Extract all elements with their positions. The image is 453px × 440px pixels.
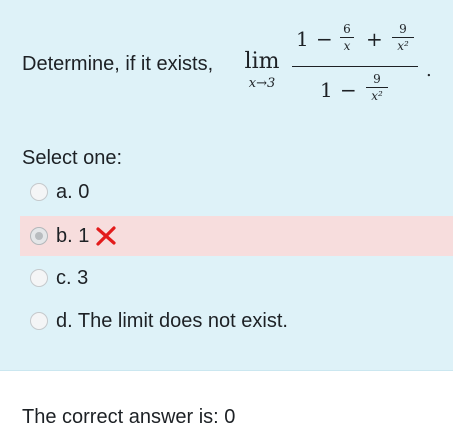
radio-option-c[interactable] — [30, 269, 48, 287]
numerator-minus: − — [316, 27, 333, 51]
answer-option-a[interactable]: a. 0 — [20, 172, 453, 212]
answer-option-c[interactable]: c. 3 — [20, 258, 453, 298]
option-a-label[interactable]: a. 0 — [56, 181, 89, 204]
radio-option-d[interactable] — [30, 312, 48, 330]
numerator-one: 1 — [296, 27, 309, 51]
numerator-fraction-1-den: x — [343, 39, 351, 53]
radio-option-b[interactable] — [30, 227, 48, 245]
numerator-plus: + — [366, 27, 383, 51]
numerator-fraction-2: 9 x² — [392, 22, 414, 53]
denominator-fraction-den: x² — [371, 89, 383, 103]
question-period: . — [426, 60, 432, 81]
denominator-minus: − — [340, 78, 357, 102]
question-panel: Determine, if it exists, lim x→3 1 − 6 x… — [0, 0, 453, 371]
option-d-label[interactable]: d. The limit does not exist. — [56, 310, 288, 333]
cross-icon — [95, 225, 117, 247]
denominator-one: 1 — [320, 78, 333, 102]
question-prompt: Determine, if it exists, — [22, 53, 214, 75]
numerator-fraction-2-num: 9 — [399, 22, 407, 36]
denominator-fraction: 9 x² — [366, 72, 388, 103]
fraction-bar — [292, 66, 418, 67]
numerator-fraction-2-den: x² — [397, 39, 409, 53]
answer-option-d[interactable]: d. The limit does not exist. — [20, 301, 453, 341]
numerator-fraction-1-num: 6 — [343, 22, 351, 36]
radio-option-a[interactable] — [30, 183, 48, 201]
correct-answer-feedback: The correct answer is: 0 — [22, 406, 236, 428]
lim-word: lim — [244, 49, 280, 74]
numerator-fraction-1: 6 x — [340, 22, 354, 53]
answer-option-b[interactable]: b. 1 — [20, 216, 453, 256]
option-c-label[interactable]: c. 3 — [56, 267, 88, 290]
denominator-fraction-num: 9 — [373, 72, 381, 86]
limit-operator: lim x→3 — [241, 49, 283, 92]
option-b-label[interactable]: b. 1 — [56, 225, 89, 248]
lim-subscript: x→3 — [248, 76, 276, 91]
select-one-label: Select one: — [22, 147, 123, 169]
